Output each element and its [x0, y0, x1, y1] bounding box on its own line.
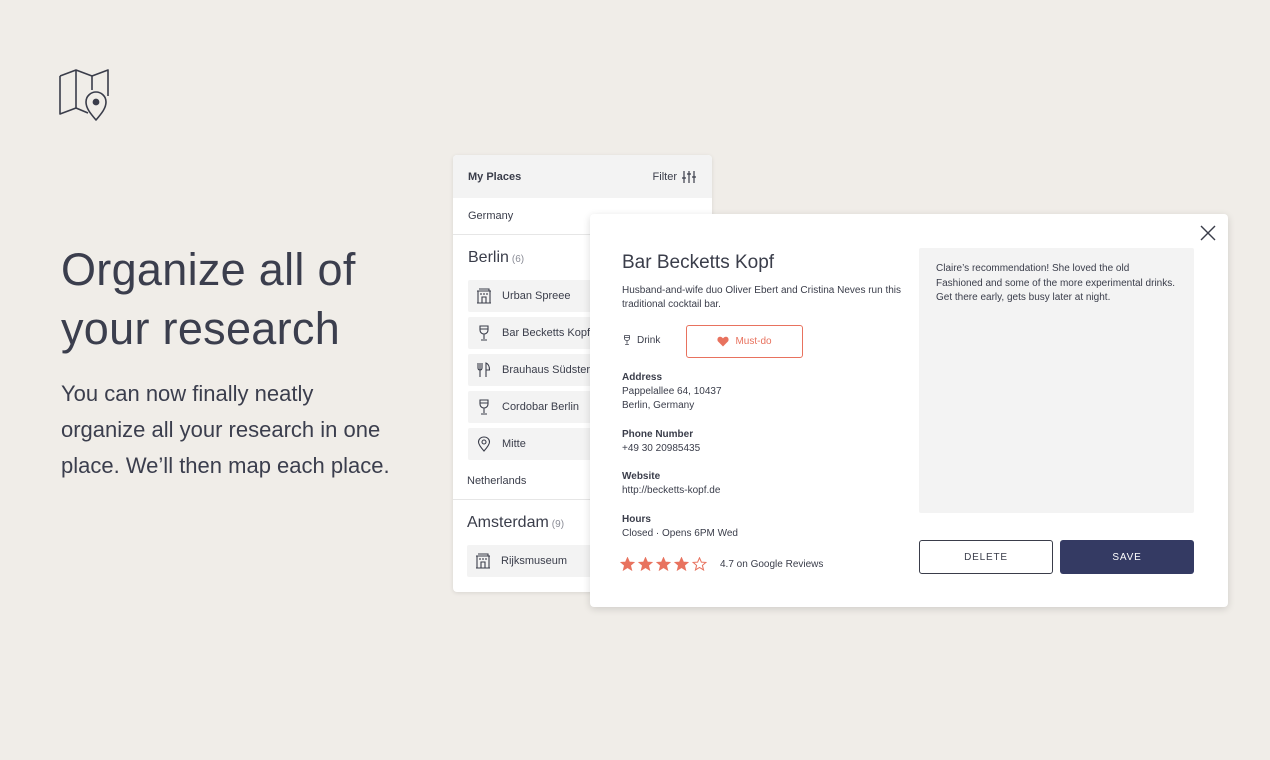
- must-do-button[interactable]: Must-do: [686, 325, 803, 358]
- place-description: Husband-and-wife duo Oliver Ebert and Cr…: [622, 285, 902, 310]
- address-line-1: Pappelallee 64, 10437: [622, 386, 722, 397]
- hours-label: Hours: [622, 514, 651, 525]
- phone-value[interactable]: +49 30 20985435: [622, 442, 700, 456]
- category-label: Drink: [637, 334, 661, 346]
- restaurant-icon: [477, 362, 491, 377]
- drink-icon: [479, 325, 489, 341]
- phone-field: Phone Number +49 30 20985435: [622, 428, 700, 456]
- star-filled-icon: [674, 557, 689, 571]
- place-name: Brauhaus Südstern: [502, 364, 597, 376]
- close-icon[interactable]: [1200, 225, 1216, 241]
- drink-icon: [624, 335, 630, 345]
- place-name: Mitte: [502, 438, 526, 450]
- star-filled-icon: [656, 557, 671, 571]
- hours-value: Closed · Opens 6PM Wed: [622, 528, 738, 539]
- website-link[interactable]: http://becketts-kopf.de: [622, 484, 720, 498]
- address-field: Address Pappelallee 64, 10437 Berlin, Ge…: [622, 371, 722, 413]
- star-rating: [620, 557, 707, 571]
- map-pin-icon: [59, 69, 109, 121]
- drink-icon: [479, 399, 489, 415]
- city-count: (9): [551, 519, 565, 530]
- sliders-icon: [682, 170, 696, 183]
- hero-title: Organize all of your research: [61, 244, 356, 354]
- website-label: Website: [622, 471, 661, 482]
- place-name: Bar Becketts Kopf: [502, 327, 591, 339]
- phone-label: Phone Number: [622, 429, 694, 440]
- must-do-label: Must-do: [735, 336, 772, 347]
- list-title: My Places: [468, 170, 522, 183]
- filter-label: Filter: [652, 170, 677, 183]
- star-filled-icon: [620, 557, 635, 571]
- filter-button[interactable]: Filter: [652, 170, 696, 183]
- list-header: My Places Filter: [453, 155, 712, 198]
- heart-icon: [717, 336, 730, 347]
- location-pin-icon: [477, 436, 491, 452]
- building-icon: [476, 553, 490, 569]
- address-line-2: Berlin, Germany: [622, 400, 695, 411]
- notes-field[interactable]: Claire’s recommendation! She loved the o…: [919, 248, 1194, 513]
- place-detail-card: Bar Becketts Kopf Husband-and-wife duo O…: [590, 214, 1228, 607]
- delete-button[interactable]: DELETE: [919, 540, 1053, 574]
- place-name: Urban Spreee: [502, 290, 571, 302]
- place-title: Bar Becketts Kopf: [622, 252, 775, 273]
- place-name: Rijksmuseum: [501, 555, 568, 567]
- place-name: Cordobar Berlin: [502, 401, 580, 413]
- save-button[interactable]: SAVE: [1060, 540, 1194, 574]
- building-icon: [477, 288, 491, 304]
- star-empty-icon: [692, 557, 707, 571]
- category-tag[interactable]: Drink: [622, 333, 660, 347]
- hero-body: You can now finally neatly organize all …: [61, 381, 390, 478]
- website-field: Website http://becketts-kopf.de: [622, 470, 720, 498]
- star-filled-icon: [638, 557, 653, 571]
- rating: 4.7 on Google Reviews: [620, 557, 823, 571]
- hours-field: Hours Closed · Opens 6PM Wed: [622, 513, 738, 541]
- city-name: Amsterdam: [467, 514, 549, 531]
- address-label: Address: [622, 372, 663, 383]
- city-count: (6): [511, 254, 525, 265]
- rating-text: 4.7 on Google Reviews: [720, 558, 824, 570]
- city-name: Berlin: [468, 249, 509, 266]
